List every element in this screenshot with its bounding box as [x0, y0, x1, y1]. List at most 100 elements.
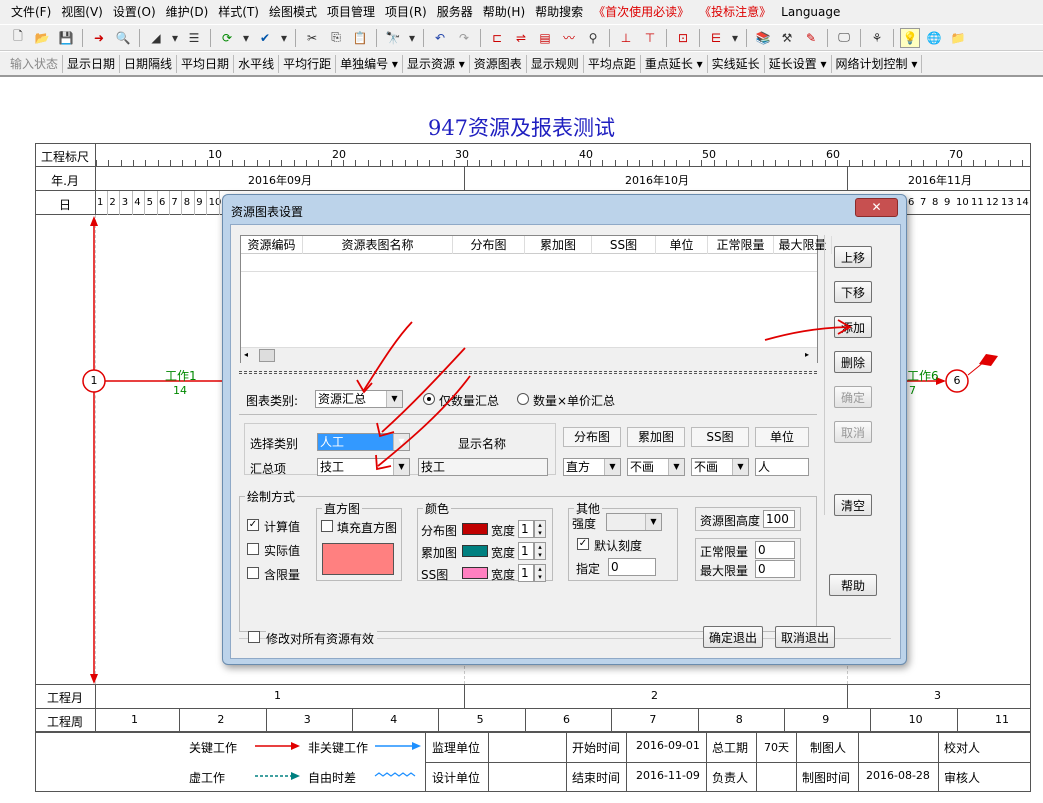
scroll-right-icon[interactable]: ▸: [805, 350, 809, 359]
ok-exit-button[interactable]: 确定退出: [703, 626, 763, 648]
cancel-exit-button[interactable]: 取消退出: [775, 626, 835, 648]
width-label: 宽度: [491, 546, 516, 560]
close-icon[interactable]: ✕: [855, 198, 898, 217]
accum-width-spinner[interactable]: ▴ ▾: [534, 542, 546, 560]
resource-table[interactable]: 资源编码 资源表图名称 分布图 累加图 SS图 单位 正常限量 最大限量 ◂ ▸: [240, 235, 832, 363]
fill-histogram-checkbox[interactable]: [321, 520, 333, 532]
histogram-label: 直方图: [322, 500, 363, 517]
help-button[interactable]: 帮助: [829, 574, 877, 596]
chevron-down-icon[interactable]: ▼: [732, 459, 748, 475]
checker-label: 校对人: [944, 741, 981, 755]
histogram-color-swatch[interactable]: [322, 543, 394, 575]
table-column-header[interactable]: 分布图: [453, 236, 525, 254]
scroll-left-icon[interactable]: ◂: [244, 350, 248, 359]
chevron-down-icon[interactable]: ▼: [604, 459, 620, 475]
chevron-down-icon[interactable]: ▼: [393, 459, 409, 475]
confirm-button[interactable]: 确定: [834, 386, 872, 408]
accum-chart-value: 不画: [630, 460, 655, 474]
specify-field[interactable]: 0: [608, 558, 656, 576]
chart-type-select[interactable]: 资源汇总 ▼: [315, 390, 403, 408]
intensity-label: 强度: [572, 517, 597, 531]
max-limit-field[interactable]: 0: [755, 560, 795, 578]
width-label: 宽度: [491, 568, 516, 582]
resource-chart-settings-dialog: 资源图表设置 ✕ 资源编码 资源表图名称 分布图 累加图 SS图 单位 正常限量 最大限量 ◂…: [222, 194, 907, 665]
col-dist-header: 分布图: [563, 427, 621, 447]
accum-width-field[interactable]: 1: [518, 542, 534, 560]
dist-width-spinner[interactable]: ▴ ▾: [534, 520, 546, 538]
actual-value-checkbox[interactable]: [247, 543, 259, 555]
start-time-label: 开始时间: [572, 741, 621, 755]
ss-chart-select[interactable]: 不画 ▼: [691, 458, 749, 476]
accum-color-swatch[interactable]: [462, 545, 488, 557]
cancel-button[interactable]: 取消: [834, 421, 872, 443]
scroll-thumb[interactable]: [259, 349, 275, 362]
start-time-value: 2016-09-01: [636, 739, 700, 752]
select-category-select[interactable]: 人工 ▼: [317, 433, 410, 451]
fill-histogram-label[interactable]: 填充直方图: [337, 519, 397, 536]
normal-limit-field[interactable]: 0: [755, 541, 795, 559]
dist-chart-select[interactable]: 直方 ▼: [563, 458, 621, 476]
default-scale-label[interactable]: 默认刻度: [594, 537, 642, 554]
clear-button[interactable]: 清空: [834, 494, 872, 516]
chevron-down-icon[interactable]: ▼: [393, 434, 409, 450]
dist-width-field[interactable]: 1: [518, 520, 534, 538]
radio-qty-summary-label[interactable]: 仅数量汇总: [439, 392, 499, 409]
table-column-header[interactable]: 正常限量: [708, 236, 774, 254]
actual-value-label[interactable]: 实际值: [264, 542, 300, 559]
draw-time-value: 2016-08-28: [866, 769, 930, 782]
table-column-header[interactable]: SS图: [592, 236, 656, 254]
table-column-header[interactable]: 累加图: [525, 236, 592, 254]
add-button[interactable]: 添加: [834, 316, 872, 338]
supervisor-label: 监理单位: [432, 741, 481, 755]
reviewer-label: 审核人: [944, 771, 981, 785]
dist-chart-color-label: 分布图: [421, 524, 458, 538]
end-time-label: 结束时间: [572, 771, 621, 785]
duration-value: 70天: [764, 741, 789, 754]
res-height-field[interactable]: 100: [763, 510, 795, 528]
chevron-down-icon[interactable]: ▼: [645, 514, 661, 530]
include-limit-checkbox[interactable]: [247, 567, 259, 579]
summary-item-value: 技工: [320, 460, 345, 474]
table-row[interactable]: [241, 254, 817, 272]
table-column-header[interactable]: 单位: [656, 236, 708, 254]
duration-label: 总工期: [712, 741, 749, 755]
ss-width-field[interactable]: 1: [518, 564, 534, 582]
move-up-button[interactable]: 上移: [834, 246, 872, 268]
col-unit-header: 单位: [755, 427, 809, 447]
col-ss-header: SS图: [691, 427, 749, 447]
splitter[interactable]: [239, 371, 817, 374]
chevron-down-icon[interactable]: ▼: [386, 391, 402, 407]
default-scale-checkbox[interactable]: ✓: [577, 538, 589, 550]
intensity-select[interactable]: ▼: [606, 513, 662, 531]
draw-mode-label: 绘制方式: [245, 488, 298, 505]
chart-type-label: 图表类别:: [246, 394, 299, 408]
include-limit-label[interactable]: 含限量: [264, 566, 300, 583]
summary-item-select[interactable]: 技工 ▼: [317, 458, 410, 476]
chevron-down-icon[interactable]: ▼: [668, 459, 684, 475]
display-name-field[interactable]: 技工: [418, 458, 548, 476]
calc-value-checkbox[interactable]: ✓: [247, 519, 259, 531]
radio-qty-price-summary[interactable]: [517, 393, 529, 405]
move-down-button[interactable]: 下移: [834, 281, 872, 303]
delete-button[interactable]: 删除: [834, 351, 872, 373]
display-name-label: 显示名称: [458, 437, 507, 451]
dist-color-swatch[interactable]: [462, 523, 488, 535]
owner-label: 负责人: [712, 771, 749, 785]
ss-width-spinner[interactable]: ▴ ▾: [534, 564, 546, 582]
accum-chart-select[interactable]: 不画 ▼: [627, 458, 685, 476]
dialog-body: 资源编码 资源表图名称 分布图 累加图 SS图 单位 正常限量 最大限量 ◂ ▸ 上移 下移 …: [230, 224, 901, 659]
horizontal-scrollbar[interactable]: ◂ ▸: [241, 347, 817, 363]
chart-type-value: 资源汇总: [318, 392, 367, 406]
apply-all-checkbox[interactable]: [248, 631, 260, 643]
normal-limit-label: 正常限量: [700, 545, 749, 559]
calc-value-label[interactable]: 计算值: [264, 518, 300, 535]
unit-field[interactable]: 人: [755, 458, 809, 476]
radio-qty-price-label[interactable]: 数量×单价汇总: [533, 392, 615, 409]
apply-all-label[interactable]: 修改对所有资源有效: [266, 630, 378, 647]
table-column-header[interactable]: 资源编码: [241, 236, 303, 254]
radio-qty-summary[interactable]: [423, 393, 435, 405]
table-column-header[interactable]: 资源表图名称: [303, 236, 453, 254]
res-height-label: 资源图高度: [700, 514, 761, 528]
col-accum-header: 累加图: [627, 427, 685, 447]
ss-color-swatch[interactable]: [462, 567, 488, 579]
